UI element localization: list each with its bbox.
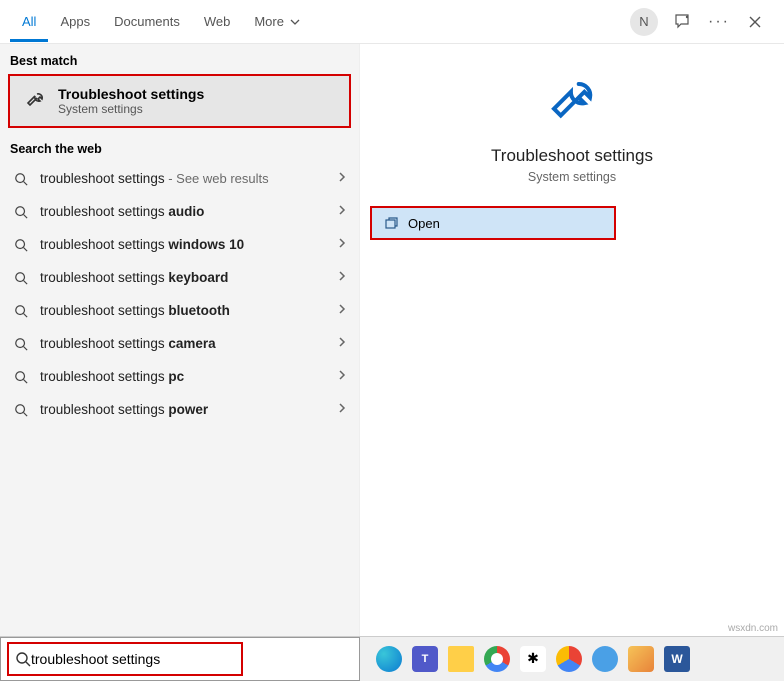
paint-icon[interactable] <box>628 646 654 672</box>
search-icon <box>12 370 30 384</box>
close-icon[interactable] <box>744 11 766 33</box>
edge-icon[interactable] <box>376 646 402 672</box>
tab-web[interactable]: Web <box>192 2 243 42</box>
app-icon[interactable] <box>592 646 618 672</box>
watermark: wsxdn.com <box>728 623 778 634</box>
search-icon <box>12 205 30 219</box>
user-avatar[interactable]: N <box>630 8 658 36</box>
search-icon <box>12 271 30 285</box>
chevron-right-icon <box>337 303 347 318</box>
search-filter-tabs: All Apps Documents Web More N ··· <box>0 0 784 44</box>
tab-more[interactable]: More <box>242 2 311 42</box>
preview-subtitle: System settings <box>528 170 616 184</box>
open-icon <box>384 216 398 230</box>
taskbar: T ✱ W <box>360 637 784 681</box>
web-result[interactable]: troubleshoot settings power <box>0 393 359 426</box>
word-icon[interactable]: W <box>664 646 690 672</box>
web-result[interactable]: troubleshoot settings bluetooth <box>0 294 359 327</box>
tab-all[interactable]: All <box>10 2 48 42</box>
best-match-title: Troubleshoot settings <box>58 86 204 102</box>
search-area <box>0 637 360 681</box>
search-icon <box>12 337 30 351</box>
web-result[interactable]: troubleshoot settings keyboard <box>0 261 359 294</box>
tab-apps[interactable]: Apps <box>48 2 102 42</box>
chevron-down-icon <box>290 17 300 27</box>
tab-documents[interactable]: Documents <box>102 2 192 42</box>
chevron-right-icon <box>337 237 347 252</box>
result-text: troubleshoot settings keyboard <box>40 270 327 285</box>
bottom-bar: T ✱ W <box>0 636 784 680</box>
web-result[interactable]: troubleshoot settings - See web results <box>0 162 359 195</box>
chevron-right-icon <box>337 369 347 384</box>
feedback-icon[interactable] <box>672 11 694 33</box>
slack-icon[interactable]: ✱ <box>520 646 546 672</box>
best-match-result[interactable]: Troubleshoot settings System settings <box>8 74 351 128</box>
web-result[interactable]: troubleshoot settings pc <box>0 360 359 393</box>
search-icon <box>12 238 30 252</box>
preview-title: Troubleshoot settings <box>491 146 653 166</box>
search-icon <box>12 172 30 186</box>
chevron-right-icon <box>337 270 347 285</box>
teams-icon[interactable]: T <box>412 646 438 672</box>
result-text: troubleshoot settings - See web results <box>40 171 327 186</box>
file-explorer-icon[interactable] <box>448 646 474 672</box>
result-text: troubleshoot settings pc <box>40 369 327 384</box>
web-result[interactable]: troubleshoot settings windows 10 <box>0 228 359 261</box>
search-icon <box>15 651 31 667</box>
open-label: Open <box>408 216 440 231</box>
wrench-icon <box>542 72 602 132</box>
result-text: troubleshoot settings camera <box>40 336 327 351</box>
wrench-icon <box>22 88 48 114</box>
search-input[interactable] <box>31 651 221 667</box>
chevron-right-icon <box>337 402 347 417</box>
chevron-right-icon <box>337 336 347 351</box>
web-result[interactable]: troubleshoot settings audio <box>0 195 359 228</box>
result-text: troubleshoot settings bluetooth <box>40 303 327 318</box>
search-icon <box>12 304 30 318</box>
more-options-icon[interactable]: ··· <box>708 11 730 33</box>
results-panel: Best match Troubleshoot settings System … <box>0 44 360 636</box>
search-icon <box>12 403 30 417</box>
chevron-right-icon <box>337 171 347 186</box>
search-input-wrap[interactable] <box>7 642 243 676</box>
preview-panel: Troubleshoot settings System settings Op… <box>360 44 784 636</box>
chrome-icon[interactable] <box>484 646 510 672</box>
result-text: troubleshoot settings audio <box>40 204 327 219</box>
best-match-subtitle: System settings <box>58 102 204 116</box>
chrome-beta-icon[interactable] <box>556 646 582 672</box>
section-best-match: Best match <box>0 44 359 74</box>
result-text: troubleshoot settings power <box>40 402 327 417</box>
section-search-web: Search the web <box>0 132 359 162</box>
open-action[interactable]: Open <box>370 206 616 240</box>
web-result[interactable]: troubleshoot settings camera <box>0 327 359 360</box>
chevron-right-icon <box>337 204 347 219</box>
result-text: troubleshoot settings windows 10 <box>40 237 327 252</box>
